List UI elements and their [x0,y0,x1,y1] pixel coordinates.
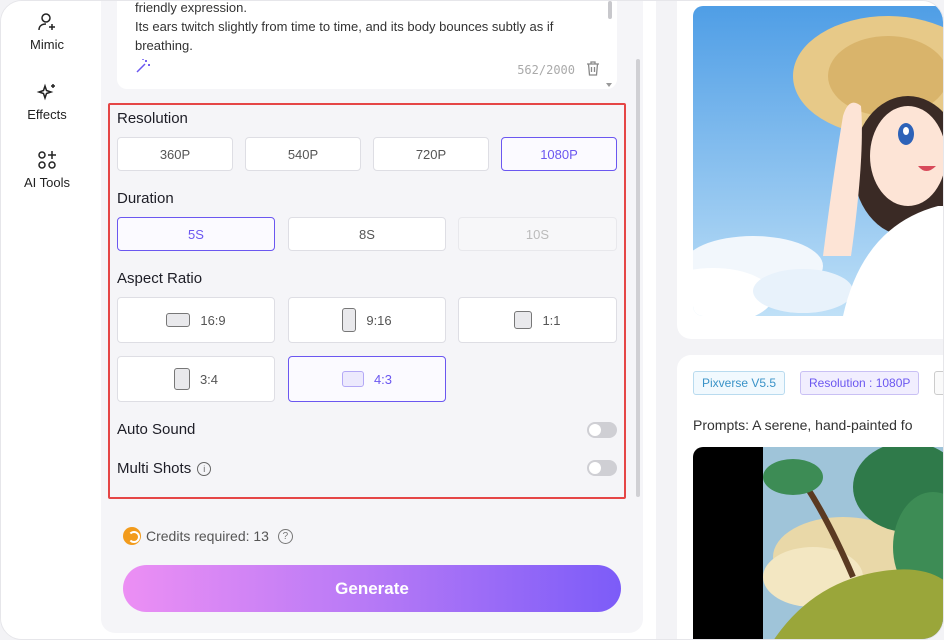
aspect-option-label: 9:16 [366,312,392,328]
credits-info: Credits required: 13 ? [123,527,293,545]
model-tag: Pixverse V5.5 [693,371,786,395]
duration-option-8s[interactable]: 8S [288,217,446,251]
nav-label-ai-tools: AI Tools [23,175,70,190]
aspect-option-3-4[interactable]: 3:4 [117,356,275,402]
multi-shots-label: Multi Shots [117,460,192,477]
panel-scrollbar[interactable] [636,59,640,497]
prompt-textarea[interactable]: friendly expression. Its ears twitch sli… [117,1,617,89]
nav-item-ai-tools[interactable]: AI Tools [1,149,93,190]
auto-sound-toggle[interactable] [587,422,617,438]
app-window: Mimic Effects AI Tools friendly expressi… [0,0,944,640]
scroll-down-arrow-icon[interactable] [606,83,612,87]
aspect-ratio-label: Aspect Ratio [117,270,203,287]
aspect-option-label: 16:9 [200,312,226,328]
ratio-3-4-icon [173,368,190,390]
landscape-preview-image[interactable] [693,447,943,639]
sparkle-icon [36,83,55,101]
overflow-tag [934,371,943,395]
anime-girl-preview-image[interactable] [693,6,943,316]
multi-shots-toggle[interactable] [587,460,617,476]
credits-coin-icon [123,527,141,545]
result-prompt-preview: Prompts: A serene, hand-painted fo [693,417,913,433]
ratio-1-1-icon [514,311,533,329]
resolution-label: Resolution [117,110,188,127]
prompt-text: friendly expression. Its ears twitch sli… [135,0,605,55]
aspect-option-label: 3:4 [199,371,219,387]
prompt-line: Its ears twitch slightly from time to ti… [135,19,554,34]
aspect-option-1-1[interactable]: 1:1 [458,297,617,343]
credits-text: Credits required: 13 [146,528,269,544]
info-icon[interactable]: i [197,462,212,476]
duration-label: Duration [117,190,174,207]
aspect-option-label: 4:3 [373,371,393,387]
grid-sparkle-icon [38,151,56,169]
auto-sound-label: Auto Sound [117,421,196,438]
resolution-option-360p[interactable]: 360P [117,137,233,171]
resolution-option-1080p[interactable]: 1080P [501,137,617,171]
multi-shots-row: Multi Shots i [117,460,212,477]
person-plus-icon [38,13,55,31]
nav-item-effects[interactable]: Effects [1,81,93,122]
aspect-option-9-16[interactable]: 9:16 [288,297,446,343]
generate-button[interactable]: Generate [123,565,621,612]
nav-label-mimic: Mimic [30,37,64,52]
ratio-16-9-icon [166,313,191,327]
nav-item-mimic[interactable]: Mimic [1,11,93,52]
duration-option-5s[interactable]: 5S [117,217,275,251]
nav-label-effects: Effects [27,107,67,122]
aspect-option-label: 1:1 [542,312,561,328]
prompt-line: breathing. [135,38,193,53]
aspect-option-4-3[interactable]: 4:3 [288,356,446,402]
char-count: 562/2000 [517,63,575,77]
resolution-tag: Resolution : 1080P [800,371,920,395]
left-nav: Mimic Effects AI Tools [1,1,93,639]
resolution-option-720p[interactable]: 720P [373,137,489,171]
trash-icon[interactable] [585,60,601,77]
ratio-4-3-icon [341,371,364,387]
magic-wand-icon[interactable] [135,58,151,74]
aspect-option-16-9[interactable]: 16:9 [117,297,275,343]
resolution-option-540p[interactable]: 540P [245,137,361,171]
help-icon[interactable]: ? [277,528,293,544]
ratio-9-16-icon [342,308,357,332]
prompt-scrollbar[interactable] [608,1,612,19]
prompt-line: friendly expression. [135,0,247,15]
duration-option-10s: 10S [458,217,617,251]
